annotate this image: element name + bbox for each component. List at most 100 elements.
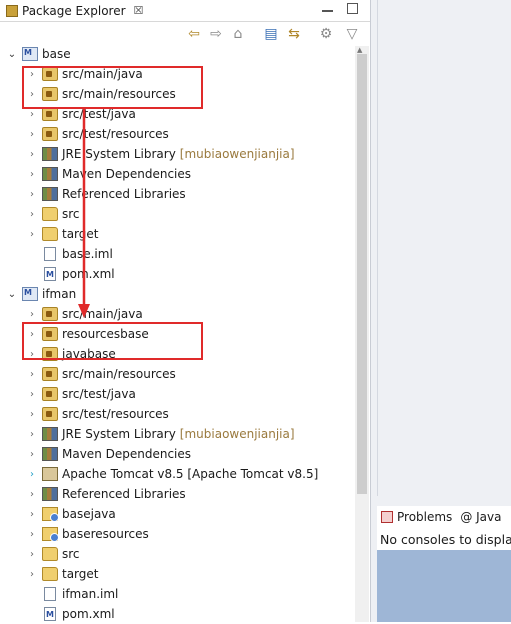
tree-item[interactable]: › src/test/java [26, 104, 136, 124]
chevron-right-icon[interactable]: › [26, 409, 38, 420]
filter-icon[interactable]: ⚙ [318, 26, 334, 42]
tree-item-label: src [62, 207, 80, 221]
chevron-right-icon[interactable]: › [26, 569, 38, 580]
tree-item-label: Referenced Libraries [62, 487, 186, 501]
tree-item-label: baseresources [62, 527, 149, 541]
vertical-scrollbar[interactable]: ▲ [355, 46, 369, 622]
tree-item[interactable]: › Maven Dependencies [26, 164, 191, 184]
home-icon[interactable]: ⌂ [230, 26, 246, 42]
maximize-button[interactable] [347, 3, 358, 14]
chevron-down-icon[interactable]: ⌄ [6, 289, 18, 300]
tab-problems[interactable]: Problems [377, 510, 456, 524]
tree-item[interactable]: › Maven Dependencies [26, 444, 191, 464]
chevron-right-icon[interactable]: › [26, 229, 38, 240]
file-icon [44, 587, 56, 601]
tree-item[interactable]: › baseresources [26, 524, 149, 544]
tree-item-label: src/test/java [62, 107, 136, 121]
tree-item[interactable]: › resourcesbase [26, 324, 149, 344]
folder-icon [42, 227, 58, 241]
chevron-right-icon[interactable]: › [26, 309, 38, 320]
tree-item-label: src/test/java [62, 387, 136, 401]
tree-item[interactable]: › target [26, 224, 99, 244]
tree-item-label: javabase [62, 347, 116, 361]
tree-item[interactable]: › src/main/java [26, 304, 143, 324]
package-folder-icon [42, 307, 58, 321]
tree-item[interactable]: › src [26, 204, 80, 224]
package-folder-icon [42, 87, 58, 101]
tree-item-label: ifman.iml [62, 587, 119, 601]
scrollbar-thumb[interactable] [357, 54, 367, 494]
package-folder-icon [42, 387, 58, 401]
tree-item[interactable]: › basejava [26, 504, 116, 524]
tree-item[interactable]: › JRE System Library [mubiaowenjianjia] [26, 144, 295, 164]
tree-item[interactable]: › src/main/java [26, 64, 143, 84]
tree-item[interactable]: › Referenced Libraries [26, 484, 186, 504]
chevron-right-icon[interactable]: › [26, 129, 38, 140]
tree-item[interactable]: base.iml [26, 244, 113, 264]
tree-item[interactable]: › javabase [26, 344, 116, 364]
chevron-right-icon[interactable]: › [26, 109, 38, 120]
tree-item-label: JRE System Library [62, 147, 176, 161]
maven-project-icon [22, 47, 38, 61]
tree-item[interactable]: ifman.iml [26, 584, 118, 604]
chevron-right-icon[interactable]: › [26, 69, 38, 80]
tree-item[interactable]: ⌄ base [6, 44, 71, 64]
tree-item[interactable]: ⌄ ifman [6, 284, 76, 304]
maven-file-icon: M [44, 267, 56, 281]
tree-item[interactable]: › JRE System Library [mubiaowenjianjia] [26, 424, 295, 444]
chevron-right-icon[interactable]: › [26, 509, 38, 520]
chevron-right-icon[interactable]: › [26, 449, 38, 460]
scroll-up-arrow-icon[interactable]: ▲ [357, 46, 362, 54]
tree-item[interactable]: Mpom.xml [26, 604, 115, 624]
link-with-editor-icon[interactable]: ⇆ [286, 26, 302, 42]
tree-item[interactable]: › Referenced Libraries [26, 184, 186, 204]
package-folder-icon [42, 67, 58, 81]
tree-item[interactable]: › src/test/java [26, 384, 136, 404]
tree-item[interactable]: › target [26, 564, 99, 584]
chevron-right-icon[interactable]: › [26, 369, 38, 380]
tree-item[interactable]: › src [26, 544, 80, 564]
chevron-right-icon[interactable]: › [26, 549, 38, 560]
tree-item[interactable]: › Apache Tomcat v8.5 [Apache Tomcat v8.5] [26, 464, 318, 484]
minimize-button[interactable] [322, 3, 333, 12]
tree-item-label: src/main/resources [62, 87, 176, 101]
tree-item-label: src [62, 547, 80, 561]
chevron-right-icon[interactable]: › [26, 389, 38, 400]
tree-item[interactable]: Mpom.xml [26, 264, 115, 284]
back-icon[interactable]: ⇦ [186, 26, 202, 42]
chevron-right-icon[interactable]: › [26, 169, 38, 180]
linked-package-folder-icon [42, 347, 58, 361]
package-explorer-view: Package Explorer ☒ ⇦ ⇨ ⌂ ▤ ⇆ ⚙ ▽ ⌄ base › s… [0, 0, 370, 622]
chevron-right-icon[interactable]: › [26, 529, 38, 540]
chevron-right-icon[interactable]: › [26, 209, 38, 220]
tab-javadoc[interactable]: @ Java [456, 510, 505, 524]
folder-icon [42, 207, 58, 221]
chevron-right-icon[interactable]: › [26, 189, 38, 200]
tab-package-explorer[interactable]: Package Explorer ☒ [0, 0, 149, 21]
chevron-right-icon[interactable]: › [26, 469, 38, 480]
chevron-right-icon[interactable]: › [26, 89, 38, 100]
tree-item[interactable]: › src/test/resources [26, 124, 169, 144]
chevron-right-icon[interactable]: › [26, 489, 38, 500]
tree-item-label: pom.xml [62, 607, 115, 621]
maven-file-icon: M [44, 607, 56, 621]
close-icon[interactable]: ☒ [134, 4, 144, 17]
tree-item-label: Apache Tomcat v8.5 [Apache Tomcat v8.5] [62, 467, 319, 481]
chevron-down-icon[interactable]: ⌄ [6, 49, 18, 60]
tree-item-label: target [62, 227, 99, 241]
forward-icon[interactable]: ⇨ [208, 26, 224, 42]
collapse-all-icon[interactable]: ▤ [263, 26, 279, 42]
tree-item-label: ifman [42, 287, 77, 301]
chevron-right-icon[interactable]: › [26, 429, 38, 440]
tree-item[interactable]: › src/main/resources [26, 84, 176, 104]
file-icon [44, 247, 56, 261]
tree-item-label: base [42, 47, 71, 61]
linked-package-folder-icon [42, 327, 58, 341]
view-menu-icon[interactable]: ▽ [344, 26, 360, 42]
chevron-right-icon[interactable]: › [26, 349, 38, 360]
tree-item[interactable]: › src/main/resources [26, 364, 176, 384]
console-message: No consoles to display [377, 528, 511, 550]
tree-item[interactable]: › src/test/resources [26, 404, 169, 424]
chevron-right-icon[interactable]: › [26, 329, 38, 340]
chevron-right-icon[interactable]: › [26, 149, 38, 160]
